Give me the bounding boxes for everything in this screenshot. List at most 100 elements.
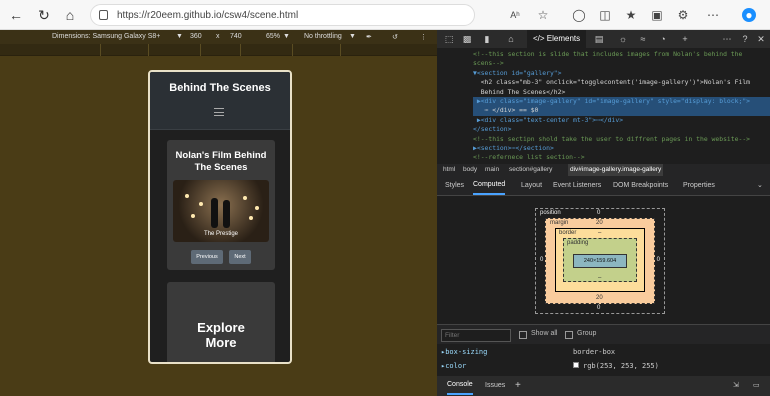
chevron-down-icon: ▼ [349, 33, 356, 40]
inspect-icon[interactable]: ⬚ [443, 33, 455, 45]
dropdown-icon[interactable]: ▼ [176, 33, 183, 40]
tab-properties[interactable]: Properties [683, 176, 715, 196]
tab-console[interactable]: Console [447, 376, 473, 395]
color-swatch[interactable] [573, 362, 579, 368]
read-aloud-icon[interactable]: Aʰ [508, 8, 522, 22]
tab-elements[interactable]: </> Elements [527, 30, 587, 48]
help-icon[interactable]: ? [739, 33, 751, 45]
dock-icon[interactable]: ⇲ [733, 376, 739, 396]
chevron-down-icon: ▼ [283, 33, 290, 40]
tab-layout[interactable]: Layout [521, 176, 542, 196]
gallery-card: Nolan's Film Behind The Scenes The Prest… [167, 140, 275, 270]
property-value: rgb(253, 253, 255) [583, 362, 659, 370]
dom-line[interactable]: </section> [473, 125, 511, 134]
chevron-down-icon[interactable]: ⌄ [757, 176, 763, 196]
dimension-x: x [216, 33, 220, 40]
dom-line[interactable]: scens--> [473, 59, 504, 68]
position-bottom: 0 [597, 305, 601, 311]
split-icon[interactable]: ◫ [598, 8, 612, 22]
dom-line[interactable]: <h2 class="mb-3" onclick="togglecontent(… [473, 78, 750, 87]
devtools-tabbar: ⬚ ▩ ▮ ⌂ </> Elements ▤ ☼ ≈ ◔ + ⋯ ? ✕ [437, 30, 770, 48]
add-tab-icon[interactable]: + [515, 376, 521, 396]
dom-tree[interactable]: <!--this section is slide that includes … [437, 48, 770, 164]
more-icon[interactable]: ⋯ [721, 33, 733, 45]
property-value: border-box [573, 348, 616, 356]
throttling-select[interactable]: No throttling [304, 33, 342, 40]
filter-bar: Show all Group [437, 324, 770, 344]
menu-icon[interactable] [214, 108, 224, 116]
property-name[interactable]: ▸color [441, 362, 466, 370]
code-icon: </> [533, 34, 547, 43]
favorite-icon[interactable]: ☆ [536, 8, 550, 22]
position-left: 0 [540, 257, 544, 263]
sources-icon[interactable]: ☼ [617, 33, 629, 45]
refresh-icon[interactable]: ↻ [36, 7, 52, 23]
close-icon[interactable]: ✕ [755, 33, 767, 45]
collections-icon[interactable]: ◯ [572, 8, 586, 22]
more-icon[interactable]: ⋮ [420, 33, 427, 41]
gallery-title[interactable]: Nolan's Film Behind The Scenes [171, 150, 271, 174]
device-width[interactable]: 360 [190, 33, 202, 40]
devtools-drawer: Console Issues + ⇲ ▭ [437, 376, 770, 396]
dom-line[interactable]: ▶<div class="text-center mt-3">⋯</div> [473, 116, 623, 125]
add-tab-icon[interactable]: + [679, 33, 691, 45]
tab-event-listeners[interactable]: Event Listeners [553, 176, 601, 196]
dom-line[interactable]: ▶<section>⋯</section> [473, 144, 554, 153]
performance-icon[interactable]: ◔ [657, 33, 669, 45]
margin-label: margin [550, 220, 569, 226]
border-label: border [559, 230, 577, 236]
console-icon[interactable]: ▤ [593, 33, 605, 45]
back-icon[interactable]: ← [8, 7, 24, 23]
explore-title[interactable]: Explore More [167, 320, 275, 350]
tab-issues[interactable]: Issues [485, 376, 505, 396]
position-label: position [540, 210, 561, 216]
rotate-icon[interactable]: ↺ [392, 33, 398, 41]
sidebar-icon[interactable]: ▮ [481, 33, 493, 45]
close-drawer-icon[interactable]: ▭ [753, 376, 760, 396]
breadcrumb-item[interactable]: body [463, 164, 477, 176]
dom-line[interactable]: <!--this section is slide that includes … [473, 50, 742, 59]
zoom-select[interactable]: 65% [266, 33, 280, 40]
address-bar[interactable]: https://r20eem.github.io/csw4/scene.html [90, 4, 475, 26]
computed-properties: ▸box-sizing border-box ▸color rgb(253, 2… [437, 344, 770, 376]
previous-button[interactable]: Previous [191, 250, 223, 264]
device-height[interactable]: 740 [230, 33, 242, 40]
show-all-checkbox[interactable] [519, 331, 527, 339]
tab-computed[interactable]: Computed [473, 176, 506, 195]
tab-styles[interactable]: Styles [445, 176, 464, 196]
device-dimensions[interactable]: Dimensions: Samsung Galaxy S8+ [52, 33, 160, 40]
site-title: Behind The Scenes [169, 82, 271, 94]
dom-line[interactable]: ▶<div class="image-gallery" id="image-ga… [473, 97, 770, 107]
dom-line[interactable]: ⋯ </div> == $0 [473, 106, 770, 116]
home-icon[interactable]: ⌂ [62, 7, 78, 23]
property-name[interactable]: ▸box-sizing [441, 348, 487, 356]
dom-line[interactable]: <!--this sectipn shold take the user to … [473, 135, 750, 144]
group-label: Group [577, 330, 597, 337]
dom-line[interactable]: Behind The Scenes</h2> [473, 88, 566, 97]
phone-screen: Behind The Scenes Nolan's Film Behind Th… [148, 70, 292, 364]
box-model: position 0 0 0 0 margin 20 20 border – p… [437, 196, 770, 324]
sensor-icon[interactable]: ✒ [366, 33, 372, 41]
padding-label: padding [567, 240, 589, 246]
collections-icon[interactable]: ▣ [650, 8, 664, 22]
next-button[interactable]: Next [229, 250, 251, 264]
copilot-icon[interactable]: ● [742, 8, 756, 22]
extensions-icon[interactable]: ⚙ [676, 8, 690, 22]
network-icon[interactable]: ≈ [637, 33, 649, 45]
dom-line[interactable]: ▼<section id="gallery"> [473, 69, 562, 78]
breadcrumb-item[interactable]: div#image-gallery.image-gallery [568, 164, 664, 176]
site-header: Behind The Scenes [150, 72, 290, 130]
tab-dom-breakpoints[interactable]: DOM Breakpoints [613, 176, 668, 196]
breadcrumb-item[interactable]: html [443, 164, 455, 176]
breadcrumb-item[interactable]: main [485, 164, 499, 176]
filter-input[interactable] [441, 329, 511, 342]
url-text: https://r20eem.github.io/csw4/scene.html [117, 10, 299, 21]
group-checkbox[interactable] [565, 331, 573, 339]
more-icon[interactable]: ⋯ [706, 8, 720, 22]
breadcrumb-item[interactable]: section#gallery [509, 164, 552, 176]
dom-line[interactable]: <!--refernece list section--> [473, 153, 585, 162]
padding-bottom: – [598, 275, 602, 281]
favorites-bar-icon[interactable]: ★ [624, 8, 638, 22]
device-toggle-icon[interactable]: ▩ [461, 33, 473, 45]
welcome-icon[interactable]: ⌂ [505, 33, 517, 45]
